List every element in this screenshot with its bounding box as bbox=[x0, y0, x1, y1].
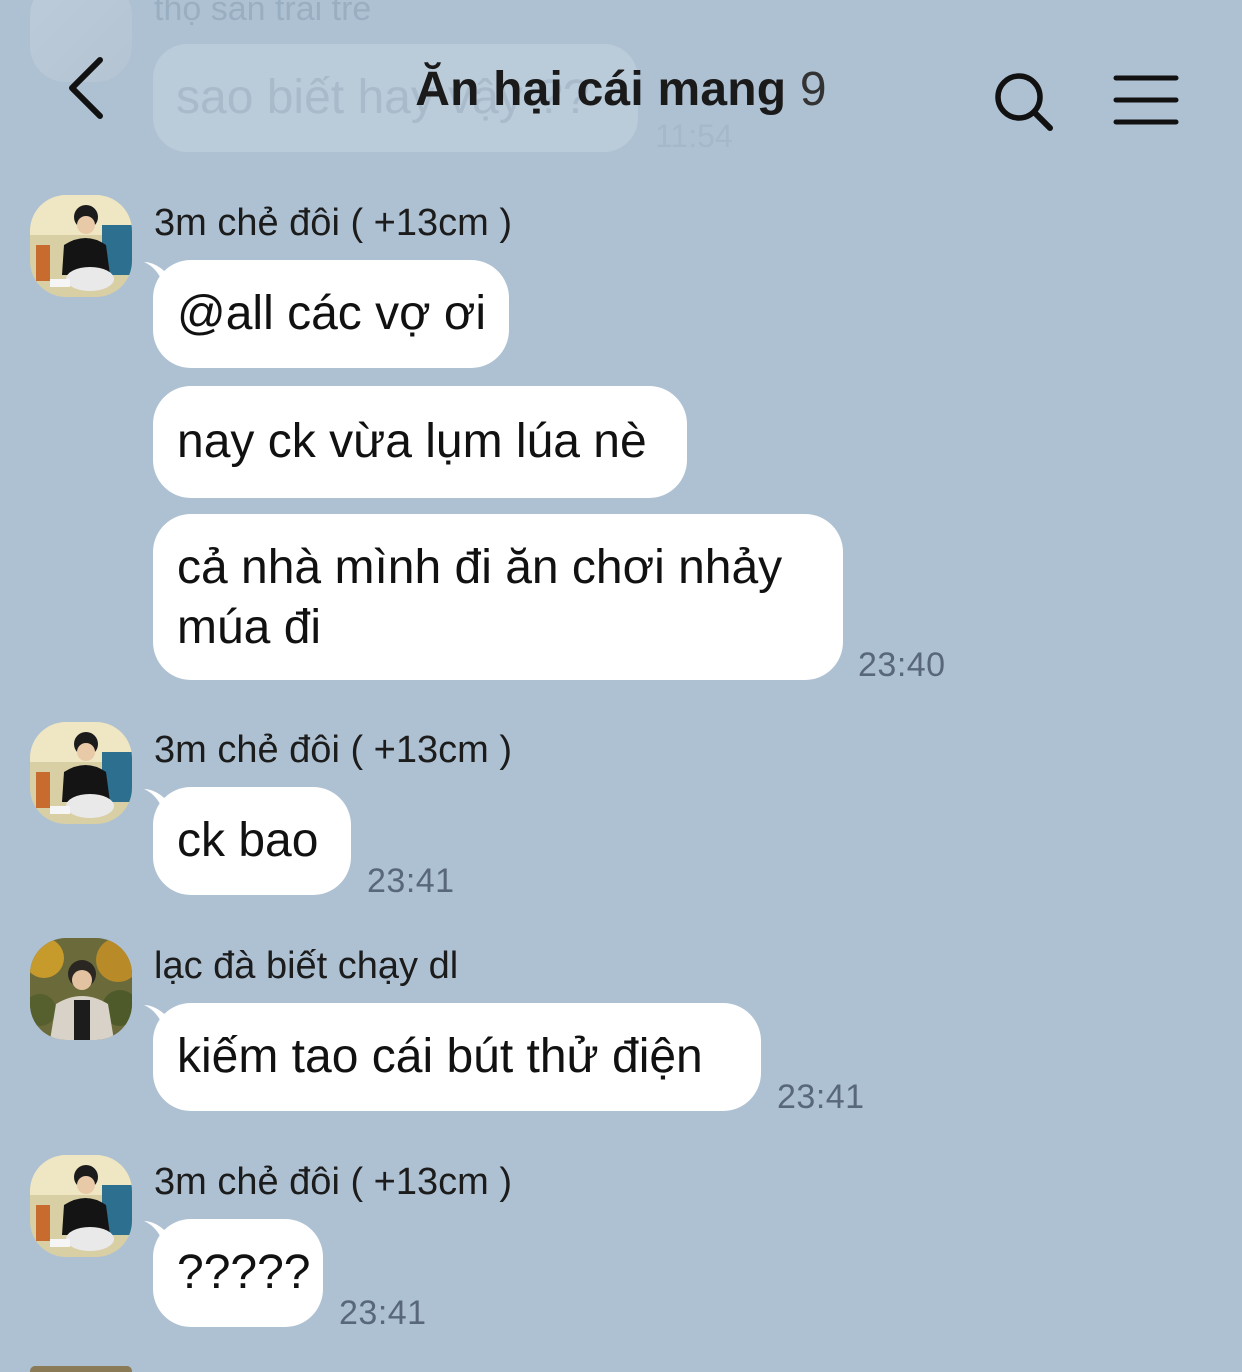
message-text: nay ck vừa lụm lúa nè bbox=[177, 415, 647, 468]
avatar[interactable] bbox=[30, 1366, 132, 1372]
message-time: 23:40 bbox=[858, 646, 946, 684]
message-text: ????? bbox=[177, 1246, 311, 1299]
chat-header: Ăn hại cái mang 9 bbox=[0, 40, 1242, 150]
message-bubble[interactable]: ????? bbox=[153, 1219, 323, 1327]
chat-screen: thọ săn trái tre sao biết hay vậy ?? 11:… bbox=[0, 0, 1242, 1372]
search-icon bbox=[995, 73, 1053, 131]
avatar[interactable] bbox=[30, 1155, 132, 1257]
hamburger-menu-icon bbox=[1113, 75, 1179, 125]
avatar[interactable] bbox=[30, 195, 132, 297]
sender-name: thọ săn trái tre bbox=[154, 0, 372, 28]
message-time: 23:41 bbox=[777, 1078, 865, 1116]
avatar[interactable] bbox=[30, 722, 132, 824]
menu-button[interactable] bbox=[1112, 74, 1180, 128]
message-text: ck bao bbox=[177, 814, 319, 867]
sender-name: 3m chẻ đôi ( +13cm ) bbox=[154, 202, 512, 244]
message-time: 23:41 bbox=[339, 1294, 427, 1332]
avatar[interactable] bbox=[30, 938, 132, 1040]
message-text: kiếm tao cái bút thử điện bbox=[177, 1030, 703, 1083]
sender-name: 3m chẻ đôi ( +13cm ) bbox=[154, 729, 512, 771]
message-bubble[interactable]: ck bao bbox=[153, 787, 351, 895]
message-bubble[interactable]: nay ck vừa lụm lúa nè bbox=[153, 386, 687, 498]
member-count: 9 bbox=[799, 63, 827, 116]
message-bubble[interactable]: kiếm tao cái bút thử điện bbox=[153, 1003, 761, 1111]
group-name: Ăn hại cái mang bbox=[415, 63, 787, 116]
message-text: cả nhà mình đi ăn chơi nhảy múa đi bbox=[177, 541, 783, 654]
message-bubble[interactable]: cả nhà mình đi ăn chơi nhảy múa đi bbox=[153, 514, 843, 680]
search-button[interactable] bbox=[992, 70, 1058, 136]
message-text: @all các vợ ơi bbox=[177, 287, 487, 340]
sender-name: lạc đà biết chạy dl bbox=[154, 945, 459, 987]
sender-name: 3m chẻ đôi ( +13cm ) bbox=[154, 1161, 512, 1203]
message-bubble[interactable]: @all các vợ ơi bbox=[153, 260, 509, 368]
message-time: 23:41 bbox=[367, 862, 455, 900]
